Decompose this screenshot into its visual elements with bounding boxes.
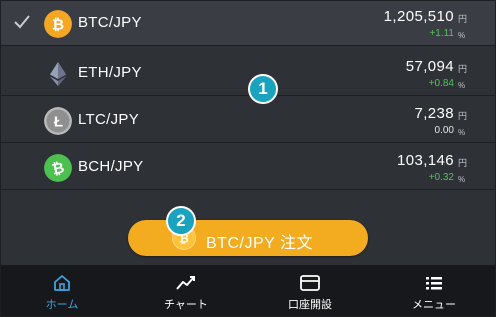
tab-menu[interactable]: メニュー: [372, 265, 496, 317]
callout-badge-1: 1: [248, 74, 278, 104]
chart-line-icon: [176, 276, 195, 290]
tab-home[interactable]: ホーム: [0, 265, 124, 317]
card-icon: [300, 275, 320, 291]
tab-chart[interactable]: チャート: [124, 265, 248, 317]
change-value: +1.11: [429, 28, 454, 39]
menu-list-icon: [426, 277, 442, 290]
svg-text:Ł: Ł: [54, 114, 63, 131]
order-button-label: BTC/JPY 注文: [206, 235, 313, 252]
percent-sign: %: [458, 81, 466, 90]
tab-label: メニュー: [412, 299, 456, 311]
tab-account-opening[interactable]: 口座開設: [248, 265, 372, 317]
pair-label: LTC/JPY: [78, 111, 140, 128]
bitcoin-cash-icon: ₿: [44, 154, 72, 182]
market-row-btc[interactable]: ₿ BTC/JPY 1,205,510 円 +1.11 %: [0, 0, 496, 46]
callout-badge-2: 2: [166, 206, 196, 236]
currency-unit: 円: [458, 14, 468, 24]
litecoin-icon: Ł: [44, 107, 72, 135]
percent-sign: %: [458, 31, 466, 40]
currency-unit: 円: [458, 158, 468, 168]
change-value: +0.32: [428, 172, 454, 183]
tab-label: チャート: [164, 299, 208, 311]
percent-sign: %: [458, 175, 466, 184]
tab-label: 口座開設: [288, 299, 332, 311]
currency-unit: 円: [458, 64, 468, 74]
order-button[interactable]: ₿ BTC/JPY 注文: [128, 220, 368, 256]
svg-text:₿: ₿: [52, 17, 64, 34]
price-value: 7,238: [414, 105, 454, 122]
market-row-ltc[interactable]: Ł LTC/JPY 7,238 円 0.00 %: [0, 97, 496, 143]
price-value: 57,094: [405, 58, 454, 75]
pair-label: BTC/JPY: [78, 14, 142, 31]
market-row-bch[interactable]: ₿ BCH/JPY 103,146 円 +0.32 %: [0, 144, 496, 190]
home-icon: [54, 275, 70, 291]
checkmark-icon: [14, 15, 30, 29]
change-value: +0.84: [428, 78, 454, 89]
currency-unit: 円: [458, 111, 468, 121]
bottom-tab-bar: ホーム チャート 口座開設 メニュー: [0, 265, 496, 317]
pair-label: BCH/JPY: [78, 158, 144, 175]
price-value: 103,146: [396, 152, 454, 169]
price-value: 1,205,510: [383, 8, 454, 25]
percent-sign: %: [458, 128, 466, 137]
ethereum-icon: [50, 62, 66, 86]
pair-label: ETH/JPY: [78, 64, 142, 81]
change-value: 0.00: [434, 125, 454, 136]
bitcoin-icon: ₿: [44, 10, 72, 38]
tab-label: ホーム: [45, 299, 79, 311]
